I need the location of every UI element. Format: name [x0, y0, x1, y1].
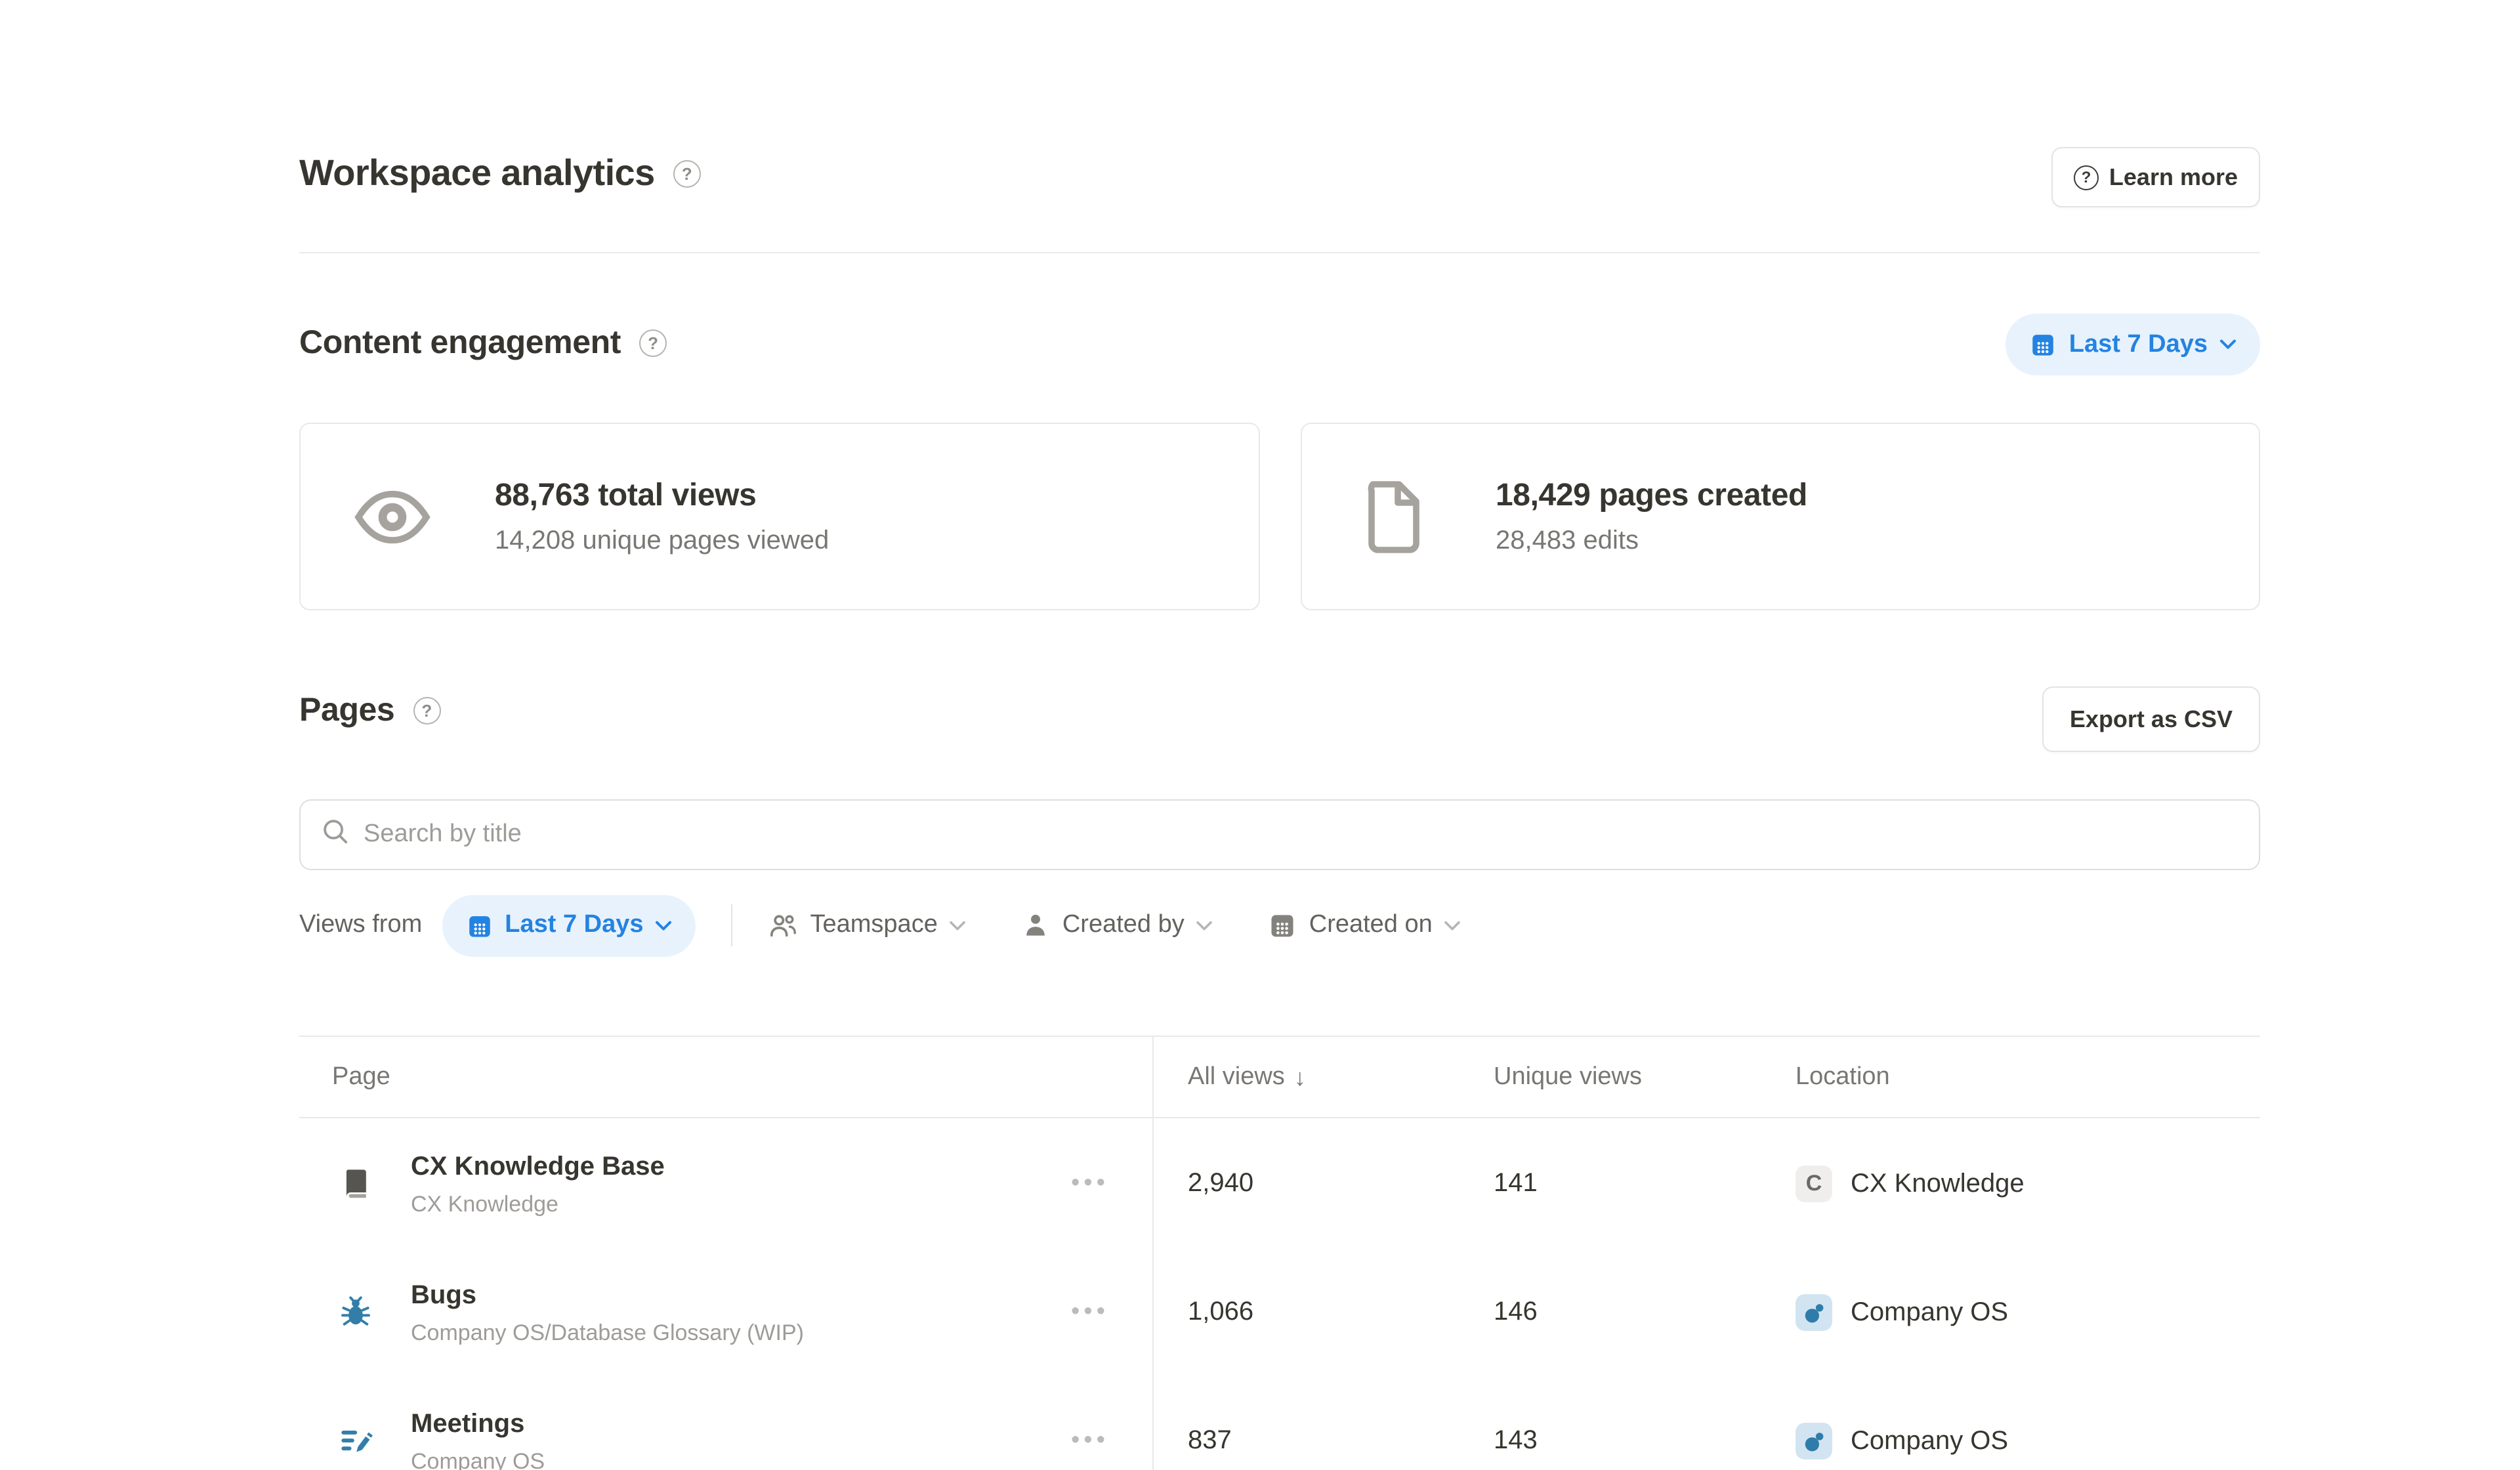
learn-more-label: Learn more [2109, 163, 2238, 191]
chevron-down-icon [950, 919, 967, 931]
location-label: Company OS [1851, 1297, 2008, 1328]
page-location-subtext: Company OS [411, 1448, 545, 1470]
meetings-icon [339, 1424, 373, 1458]
export-csv-label: Export as CSV [2070, 705, 2233, 733]
location-label: Company OS [1851, 1426, 2008, 1456]
all-views-value: 2,940 [1188, 1169, 1253, 1199]
eye-icon [350, 489, 434, 544]
location-label: CX Knowledge [1851, 1169, 2025, 1199]
total-views-value: 88,763 total views [495, 477, 829, 514]
page-cell: Bugs Company OS/Database Glossary (WIP) [411, 1278, 804, 1347]
filter-divider [732, 904, 733, 946]
all-views-value: 837 [1188, 1426, 1232, 1456]
pages-table: Page All views ↓ Unique views Location [299, 1036, 2260, 1470]
location-cell[interactable]: Company OS [1796, 1423, 2008, 1460]
page-location-subtext: CX Knowledge [411, 1190, 665, 1218]
help-icon[interactable]: ? [413, 696, 440, 724]
company-os-logo-badge [1796, 1294, 1832, 1331]
pages-created-text: 18,429 pages created 28,483 edits [1496, 477, 1807, 556]
search-input[interactable]: Search by title [299, 799, 2260, 870]
row-menu-button[interactable]: ••• [1071, 1169, 1109, 1198]
created-by-filter-label: Created by [1062, 911, 1185, 940]
location-letter-badge: C [1796, 1166, 1832, 1202]
page-title-text[interactable]: Bugs [411, 1278, 804, 1312]
pages-created-card: 18,429 pages created 28,483 edits [1300, 423, 2260, 610]
page-cell: CX Knowledge Base CX Knowledge [411, 1150, 665, 1218]
content-engagement-title: Content engagement [299, 319, 621, 366]
search-icon [322, 818, 349, 852]
page-title: Workspace analytics [299, 147, 655, 200]
sort-descending-icon: ↓ [1294, 1064, 1306, 1091]
teamspace-filter-dropdown[interactable]: Teamspace [768, 910, 967, 940]
page-title-text[interactable]: Meetings [411, 1407, 545, 1441]
calendar-icon [1269, 911, 1297, 940]
column-header-page[interactable]: Page [332, 1037, 390, 1118]
search-placeholder: Search by title [364, 820, 522, 849]
unique-views-value: 146 [1494, 1297, 1538, 1328]
pages-section-header: Pages? Export as CSV [299, 686, 2260, 755]
filter-bar: Views from Last 7 Days [299, 894, 2260, 957]
section-divider [299, 252, 2260, 253]
table-row[interactable]: CX Knowledge Base CX Knowledge ••• 2,940… [299, 1120, 2260, 1248]
edits-value: 28,483 edits [1496, 526, 1807, 556]
views-date-filter-dropdown[interactable]: Last 7 Days [442, 894, 696, 956]
date-range-label: Last 7 Days [2069, 330, 2208, 359]
page-title-text[interactable]: CX Knowledge Base [411, 1150, 665, 1184]
calendar-icon [2030, 331, 2057, 358]
chevron-down-icon [1444, 919, 1461, 931]
all-views-label: All views [1188, 1063, 1285, 1092]
page-icon [1351, 480, 1435, 553]
unique-pages-viewed-value: 14,208 unique pages viewed [495, 526, 829, 556]
stat-cards: 88,763 total views 14,208 unique pages v… [299, 423, 2260, 610]
page-location-subtext: Company OS/Database Glossary (WIP) [411, 1319, 804, 1347]
content-column: Workspace analytics? ? Learn more Conten… [299, 0, 2260, 1470]
chevron-down-icon [1196, 919, 1213, 931]
table-row[interactable]: Bugs Company OS/Database Glossary (WIP) … [299, 1248, 2260, 1377]
table-row[interactable]: Meetings Company OS ••• 837 143 Company … [299, 1377, 2260, 1470]
location-cell[interactable]: C CX Knowledge [1796, 1166, 2025, 1202]
teamspace-people-icon [768, 910, 799, 940]
workspace-analytics-page: Workspace analytics? ? Learn more Conten… [0, 0, 2520, 1470]
total-views-card: 88,763 total views 14,208 unique pages v… [299, 423, 1259, 610]
teamspace-filter-label: Teamspace [810, 911, 938, 940]
pages-created-value: 18,429 pages created [1496, 477, 1807, 514]
page-header: Workspace analytics? ? Learn more [299, 147, 2260, 207]
company-os-logo-badge [1796, 1423, 1832, 1460]
calendar-icon [465, 912, 493, 939]
unique-views-value: 141 [1494, 1169, 1538, 1199]
date-range-dropdown[interactable]: Last 7 Days [2006, 314, 2260, 375]
column-header-unique-views[interactable]: Unique views [1494, 1037, 1642, 1118]
page-cell: Meetings Company OS [411, 1407, 545, 1470]
content-engagement-header: Content engagement? Last 7 Days [299, 319, 2260, 382]
row-menu-button[interactable]: ••• [1071, 1427, 1109, 1456]
help-icon[interactable]: ? [673, 159, 701, 187]
question-circle-icon: ? [2074, 165, 2099, 190]
column-header-location[interactable]: Location [1796, 1037, 1890, 1118]
chevron-down-icon [2219, 339, 2236, 350]
created-on-filter-label: Created on [1309, 911, 1433, 940]
pages-title: Pages [299, 686, 394, 734]
export-csv-button[interactable]: Export as CSV [2042, 686, 2260, 752]
created-by-filter-dropdown[interactable]: Created by [1022, 911, 1213, 940]
learn-more-button[interactable]: ? Learn more [2051, 147, 2260, 207]
all-views-value: 1,066 [1188, 1297, 1253, 1328]
person-icon [1022, 911, 1051, 940]
views-date-filter-label: Last 7 Days [505, 911, 643, 940]
book-icon [339, 1167, 373, 1201]
location-cell[interactable]: Company OS [1796, 1294, 2008, 1331]
row-menu-button[interactable]: ••• [1071, 1298, 1109, 1327]
total-views-text: 88,763 total views 14,208 unique pages v… [495, 477, 829, 556]
created-on-filter-dropdown[interactable]: Created on [1269, 911, 1461, 940]
help-icon[interactable]: ? [639, 329, 667, 356]
table-header: Page All views ↓ Unique views Location [299, 1037, 2260, 1118]
column-header-all-views[interactable]: All views ↓ [1188, 1037, 1306, 1118]
bug-icon [339, 1295, 373, 1330]
unique-views-value: 143 [1494, 1426, 1538, 1456]
views-from-label: Views from [299, 911, 422, 940]
chevron-down-icon [656, 919, 673, 931]
